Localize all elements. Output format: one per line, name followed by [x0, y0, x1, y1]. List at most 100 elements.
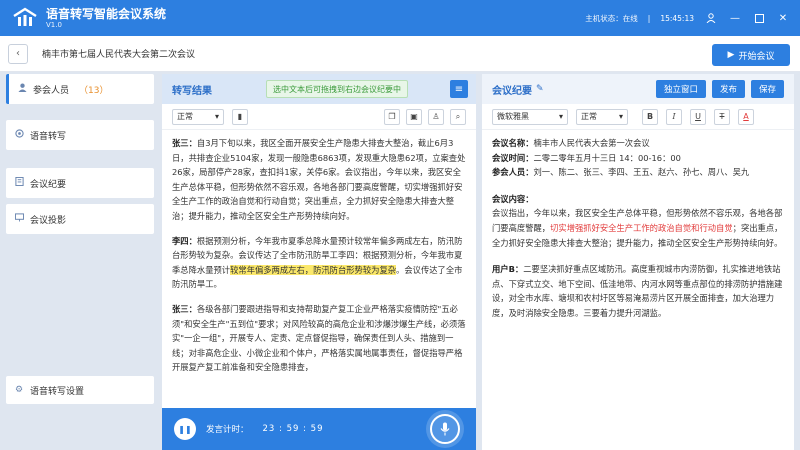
image-icon: ▣	[410, 112, 418, 121]
strikethrough-button[interactable]: T	[714, 108, 730, 125]
transcript-text: 自3月下旬以来，我区全面开展安全生产隐患大排查大整治，截止6月3日，共排查企业5…	[172, 138, 466, 221]
save-button[interactable]: 保存	[750, 80, 784, 98]
transcript-paragraph[interactable]: 张三：自3月下旬以来，我区全面开展安全生产隐患大排查大整治，截止6月3日，共排查…	[172, 136, 466, 224]
speaker-name: 张三：	[172, 138, 197, 148]
style-select-value: 正常	[177, 112, 193, 121]
open-window-button[interactable]: 独立窗口	[655, 80, 706, 98]
close-icon[interactable]: ✕	[776, 11, 790, 25]
search-tool[interactable]: ⌕	[450, 108, 466, 125]
meeting-nav-bar: ‹ 楠丰市第七届人民代表大会第二次会议 ▶ 开始会议	[0, 36, 800, 72]
field-label: 会议内容：	[492, 193, 534, 204]
attendees-row: 参会人员：刘一、陈二、张三、李四、王五、赵六、孙七、周八、吴九	[492, 165, 784, 180]
title-bar: 语音转写智能会议系统 V1.0 主机状态：在线 | 15:45:13 — ✕	[0, 0, 800, 36]
sidebar-item-attendees[interactable]: 参会人员 （13）	[6, 74, 154, 104]
edit-icon[interactable]: ✎	[536, 84, 544, 94]
chevron-left-icon: ‹	[16, 48, 20, 59]
sidebar: 参会人员 （13） 语音转写 会议纪要 会议投影	[6, 74, 154, 404]
mic-icon	[440, 422, 450, 436]
transcript-paragraph[interactable]: 张三：各级各部门要跟进指导和支持帮助复产复工企业严格落实疫情防控"五必须"和安全…	[172, 302, 466, 375]
bookmark-icon: ▮	[237, 112, 243, 121]
user-icon[interactable]	[704, 11, 718, 25]
transcription-settings-button[interactable]: ⚙ 语音转写设置	[6, 376, 154, 404]
italic-button[interactable]: I	[666, 108, 682, 125]
sidebar-item-projection[interactable]: 会议投影	[6, 204, 154, 234]
app-logo-icon	[12, 7, 38, 29]
strikethrough-icon: T	[719, 112, 725, 121]
bold-button[interactable]: B	[642, 108, 658, 125]
transcript-text: 各级各部门要跟进指导和支持帮助复产复工企业严格落实疫情防控"五必须"和安全生产"…	[172, 303, 466, 373]
transcript-panel: 转写结果 选中文本后可拖拽到右边会议纪要中 ≡ 正常 ▾ ▮ ❐ ▣ ♙ ⌕ 张…	[162, 74, 476, 408]
font-select[interactable]: 微软雅黑 ▾	[492, 108, 568, 125]
font-select-value: 微软雅黑	[497, 112, 529, 121]
underline-button[interactable]: U	[690, 108, 706, 125]
sidebar-item-label: 会议纪要	[30, 179, 67, 190]
mic-button[interactable]	[430, 414, 460, 444]
divider: |	[647, 13, 651, 23]
mic-icon	[14, 129, 24, 141]
open-window-label: 独立窗口	[663, 85, 698, 95]
projector-icon	[14, 213, 24, 225]
attendee-count: （13）	[79, 85, 109, 96]
back-button[interactable]: ‹	[8, 43, 28, 64]
stamp-tool[interactable]: ♙	[428, 108, 444, 125]
maximize-icon[interactable]	[752, 11, 766, 25]
publish-button[interactable]: 发布	[711, 80, 745, 98]
minutes-header: 会议纪要 ✎ 独立窗口 发布 保存	[482, 74, 794, 104]
paragraph-style-select[interactable]: 正常 ▾	[576, 108, 628, 125]
clock: 15:45:13	[660, 13, 694, 23]
pause-button[interactable]: ❚❚	[174, 418, 196, 440]
sidebar-item-minutes[interactable]: 会议纪要	[6, 168, 154, 198]
image-tool[interactable]: ▣	[406, 108, 422, 125]
userb-text: 二要坚决抓好重点区域防汛。高度重视城市内涝防御，扎实推进地铁站点、下穿式立交、地…	[492, 264, 783, 318]
minutes-content[interactable]: 会议名称：楠丰市人民代表大会第一次会议 会议时间：二零二零年五月十三日 14：0…	[492, 136, 784, 321]
bookmark-tool[interactable]: ▮	[232, 108, 248, 125]
sidebar-item-transcription[interactable]: 语音转写	[6, 120, 154, 150]
meeting-name-value: 楠丰市人民代表大会第一次会议	[533, 138, 650, 148]
attendees-value: 刘一、陈二、张三、李四、王五、赵六、孙七、周八、吴九	[533, 167, 750, 178]
field-label: 用户B：	[492, 264, 524, 275]
stamp-icon: ♙	[432, 112, 440, 121]
speaker-name: 张三：	[172, 303, 197, 314]
transcript-paragraph[interactable]: 李四：根据预测分析，今年我市夏季总降水量预计较常年偏多两成左右，防汛防台形势较为…	[172, 234, 466, 292]
gear-icon: ⚙	[14, 385, 24, 395]
play-icon: ▶	[727, 50, 735, 60]
menu-button[interactable]: ≡	[450, 80, 468, 98]
app-version: V1.0	[46, 20, 62, 29]
font-color-icon: A	[743, 112, 749, 121]
drag-hint: 选中文本后可拖拽到右边会议纪要中	[266, 80, 408, 98]
user-icon	[17, 83, 27, 95]
app-name: 语音转写智能会议系统	[46, 6, 167, 21]
meeting-time-row: 会议时间：二零二零年五月十三日 14：00-16：00	[492, 151, 784, 166]
chevron-down-icon: ▾	[214, 112, 219, 121]
paragraph-style-select[interactable]: 正常 ▾	[172, 108, 224, 125]
field-label: 参会人员：	[492, 167, 534, 178]
font-color-button[interactable]: A	[738, 108, 754, 125]
sidebar-item-label: 参会人员	[33, 85, 70, 96]
minimize-icon[interactable]: —	[728, 11, 742, 25]
chevron-down-icon: ▾	[558, 112, 563, 121]
minutes-panel: 会议纪要 ✎ 独立窗口 发布 保存 微软雅黑 ▾ 正常 ▾ B I U T A …	[482, 74, 794, 450]
field-label: 会议时间：	[492, 152, 534, 163]
userb-paragraph: 用户B：二要坚决抓好重点区域防汛。高度重视城市内涝防御，扎实推进地铁站点、下穿式…	[492, 262, 784, 320]
minutes-toolbar: 微软雅黑 ▾ 正常 ▾ B I U T A	[482, 104, 794, 130]
start-meeting-button[interactable]: ▶ 开始会议	[712, 44, 790, 66]
italic-icon: I	[672, 112, 676, 121]
settings-label: 语音转写设置	[30, 386, 85, 397]
sidebar-item-label: 会议投影	[30, 215, 67, 226]
speaker-name: 李四：	[172, 235, 197, 246]
transcript-title: 转写结果	[172, 85, 212, 97]
meeting-name: 楠丰市第七届人民代表大会第二次会议	[42, 50, 196, 60]
chevron-down-icon: ▾	[618, 112, 623, 121]
content-label-row: 会议内容：	[492, 192, 784, 207]
style-select-value: 正常	[581, 112, 597, 121]
start-meeting-label: 开始会议	[738, 51, 775, 62]
transcript-content: 张三：自3月下旬以来，我区全面开展安全生产隐患大排查大整治，截止6月3日，共排查…	[172, 136, 466, 385]
app-title: 语音转写智能会议系统 V1.0	[46, 7, 166, 30]
transcript-toolbar: 正常 ▾ ▮ ❐ ▣ ♙ ⌕	[162, 104, 476, 130]
pause-icon: ❚❚	[178, 424, 192, 434]
save-label: 保存	[758, 85, 776, 95]
timer-label: 发言计时：	[206, 425, 249, 435]
content-paragraph: 会议指出，今年以来，我区安全生产总体平稳，但形势依然不容乐观，各地各部门要高度警…	[492, 206, 784, 250]
copy-tool[interactable]: ❐	[384, 108, 400, 125]
meeting-name-row: 会议名称：楠丰市人民代表大会第一次会议	[492, 136, 784, 151]
